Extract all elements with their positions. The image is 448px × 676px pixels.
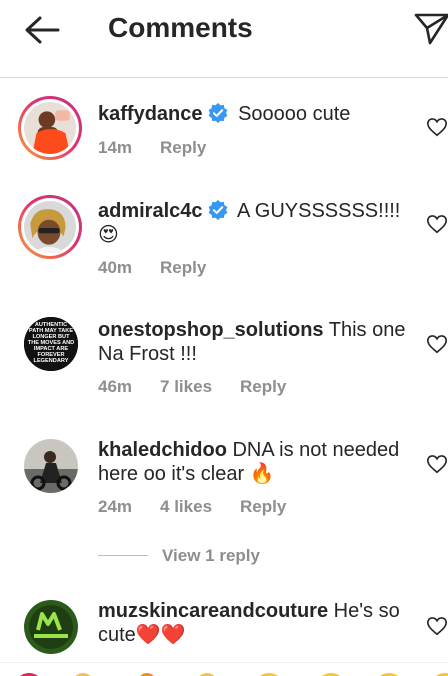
verified-badge-icon <box>208 199 227 221</box>
comment-time: 24m <box>98 497 133 516</box>
avatar[interactable]: AUTHENTIC PATH MAY TAKE LONGER BUT THE M… <box>24 317 78 371</box>
comment-meta: 14m Reply <box>98 138 234 158</box>
reply-button[interactable]: Reply <box>160 258 206 277</box>
avatar[interactable] <box>18 195 82 259</box>
comment-time: 40m <box>98 258 133 277</box>
avatar[interactable] <box>24 439 78 493</box>
emoji-reaction-bar <box>0 662 448 676</box>
heart-outline-icon[interactable] <box>426 453 448 475</box>
arrow-left-icon[interactable] <box>22 14 62 46</box>
view-replies-label: View 1 reply <box>162 546 260 565</box>
divider <box>98 555 148 556</box>
comment-username[interactable]: muzskincareandcouture <box>98 600 328 622</box>
paper-plane-icon[interactable] <box>412 10 448 46</box>
likes-count[interactable]: 7 likes <box>160 377 212 396</box>
comment-username[interactable]: khaledchidoo <box>98 439 227 461</box>
heart-outline-icon[interactable] <box>426 333 448 355</box>
verified-badge-icon <box>208 102 227 124</box>
comment-time: 46m <box>98 377 133 396</box>
heart-outline-icon[interactable] <box>426 615 448 637</box>
comment-meta: 24m 4 likes Reply <box>98 497 314 517</box>
reply-button[interactable]: Reply <box>240 377 286 396</box>
comment-text-block: onestopshop_solutions This one Na Frost … <box>98 318 416 366</box>
comment-text-block: muzskincareandcouture He's so cute❤️❤️ <box>98 599 416 647</box>
avatar[interactable] <box>18 96 82 160</box>
comment-username[interactable]: onestopshop_solutions <box>98 319 324 341</box>
comment-text-block: kaffydance Sooooo cute <box>98 102 416 126</box>
reply-button[interactable]: Reply <box>240 497 286 516</box>
comment-text-block: admiralc4c A GUYSSSSSS!!!! 😍 <box>98 199 416 247</box>
comment-time: 14m <box>98 138 133 157</box>
comment-meta: 46m 7 likes Reply <box>98 377 314 397</box>
heart-outline-icon[interactable] <box>426 213 448 235</box>
comment-meta: 40m Reply <box>98 258 234 278</box>
comment-text-block: khaledchidoo DNA is not needed here oo i… <box>98 438 416 486</box>
reply-button[interactable]: Reply <box>160 138 206 157</box>
avatar[interactable] <box>24 600 78 654</box>
header: Comments <box>0 0 448 78</box>
comment-username[interactable]: kaffydance <box>98 103 203 125</box>
view-replies-button[interactable]: View 1 reply <box>98 546 260 566</box>
comment-body: Sooooo cute <box>238 103 351 125</box>
comment-username[interactable]: admiralc4c <box>98 200 203 222</box>
likes-count[interactable]: 4 likes <box>160 497 212 516</box>
page-title: Comments <box>108 12 253 43</box>
heart-outline-icon[interactable] <box>426 116 448 138</box>
avatar-caption: AUTHENTIC PATH MAY TAKE LONGER BUT THE M… <box>27 322 75 364</box>
